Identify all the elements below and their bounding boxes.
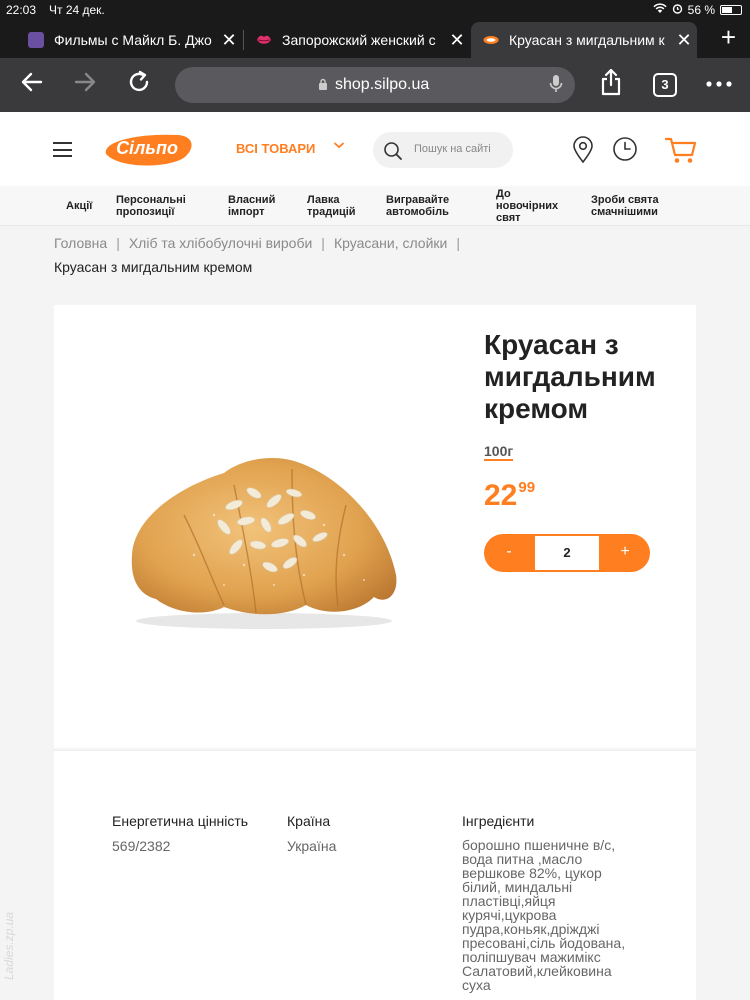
breadcrumb: Головна | Хліб та хлібобулочні вироби | Круа… xyxy=(54,235,460,251)
nav-item-traditions-shop[interactable]: Лавка традицій xyxy=(307,194,356,218)
product-info: Енергетична цінність 569/2382 Країна Укр… xyxy=(54,750,696,1000)
watermark: Ladies.zp.ua xyxy=(2,911,16,980)
ingredients-value: борошно пшеничне в/с, вода питна ,масло … xyxy=(462,837,626,993)
tab-bar: Фильмы с Майкл Б. Джо ✕ Запорожский женс… xyxy=(0,20,750,58)
nav-item-promotions[interactable]: Акції xyxy=(66,200,92,212)
product-price: 2299 xyxy=(484,479,535,513)
tab-title: Круасан з мигдальним к xyxy=(509,32,665,48)
country-value: Україна xyxy=(287,838,337,854)
breadcrumb-bread[interactable]: Хліб та хлібобулочні вироби xyxy=(129,235,312,251)
all-goods-dropdown[interactable]: ВСІ ТОВАРИ xyxy=(236,141,344,156)
search-field[interactable]: Пошук на сайті xyxy=(373,132,513,168)
category-nav: Акції Персональні пропозиції Власний імп… xyxy=(0,186,750,226)
wifi-icon xyxy=(653,3,667,17)
silpo-logo[interactable]: Сільпо xyxy=(100,132,194,168)
search-placeholder: Пошук на сайті xyxy=(414,143,491,155)
quantity-stepper: - 2 + xyxy=(484,534,650,572)
nav-item-win-car[interactable]: Вигравайте автомобіль xyxy=(386,194,449,218)
breadcrumb-home[interactable]: Головна xyxy=(54,235,107,251)
cart-icon[interactable] xyxy=(664,136,697,169)
lips-favicon-icon xyxy=(256,32,272,48)
reload-icon[interactable] xyxy=(127,70,151,101)
status-bar: 22:03 Чт 24 дек. 56 % xyxy=(0,0,750,20)
tab-count-button[interactable]: 3 xyxy=(653,73,677,97)
price-fraction: 99 xyxy=(518,479,536,496)
url-bar[interactable]: shop.silpo.ua xyxy=(175,67,575,103)
tab-zaporozhye[interactable]: Запорожский женский с ✕ xyxy=(244,22,470,58)
quantity-value[interactable]: 2 xyxy=(535,536,599,570)
chevron-down-icon xyxy=(333,139,345,154)
ingredients-label: Інгредієнти xyxy=(462,813,535,829)
increase-quantity-button[interactable]: + xyxy=(600,534,650,572)
product-weight: 100г xyxy=(484,443,514,461)
alarm-icon xyxy=(672,3,683,17)
new-tab-icon[interactable]: + xyxy=(721,24,736,50)
nav-item-tastier-holidays[interactable]: Зроби свята смачнішими xyxy=(591,194,659,218)
nav-item-new-year-holidays[interactable]: До новочірних свят xyxy=(496,188,558,224)
close-tab-icon[interactable]: ✕ xyxy=(444,30,470,51)
close-tab-icon[interactable]: ✕ xyxy=(671,30,697,51)
energy-label: Енергетична цінність xyxy=(112,813,249,829)
battery-icon xyxy=(720,5,742,15)
nav-item-personal-offers[interactable]: Персональні пропозиції xyxy=(116,194,186,218)
back-icon[interactable] xyxy=(20,70,44,101)
share-icon[interactable] xyxy=(599,68,623,103)
status-date: Чт 24 дек. xyxy=(49,3,105,17)
logo-text: Сільпо xyxy=(116,138,178,158)
status-time: 22:03 xyxy=(6,3,37,17)
film-favicon-icon xyxy=(28,32,44,48)
tab-films[interactable]: Фильмы с Майкл Б. Джо ✕ xyxy=(16,22,242,58)
product-image xyxy=(124,445,404,635)
search-icon xyxy=(383,141,403,166)
price-integer: 22 xyxy=(484,479,518,512)
microphone-icon[interactable] xyxy=(549,74,563,99)
all-goods-label: ВСІ ТОВАРИ xyxy=(236,141,316,156)
lock-icon xyxy=(318,77,328,90)
battery-percent: 56 % xyxy=(687,3,715,17)
clock-icon[interactable] xyxy=(612,136,638,167)
location-pin-icon[interactable] xyxy=(572,136,594,169)
silpo-favicon-icon xyxy=(483,32,499,48)
site-header: Сільпо ВСІ ТОВАРИ Пошук на сайті xyxy=(0,112,750,186)
menu-icon[interactable] xyxy=(53,142,72,157)
browser-toolbar: shop.silpo.ua 3 xyxy=(0,58,750,112)
breadcrumb-croissants[interactable]: Круасани, слойки xyxy=(334,235,447,251)
tab-title: Фильмы с Майкл Б. Джо xyxy=(54,32,212,48)
tab-croissant[interactable]: Круасан з мигдальним к ✕ xyxy=(471,22,697,58)
energy-value: 569/2382 xyxy=(112,838,171,854)
tab-title: Запорожский женский с xyxy=(282,32,436,48)
more-options-icon[interactable] xyxy=(705,70,733,105)
forward-icon[interactable] xyxy=(73,70,97,101)
url-text: shop.silpo.ua xyxy=(335,76,430,93)
product-card: Круасан з мигдальним кремом 100г 2299 - … xyxy=(54,305,696,748)
breadcrumb-current: Круасан з мигдальним кремом xyxy=(54,259,253,275)
close-tab-icon[interactable]: ✕ xyxy=(216,30,242,51)
country-label: Країна xyxy=(287,813,331,829)
product-title: Круасан з мигдальним кремом xyxy=(484,329,656,424)
decrease-quantity-button[interactable]: - xyxy=(484,534,534,572)
nav-item-own-import[interactable]: Власний імпорт xyxy=(228,194,275,218)
